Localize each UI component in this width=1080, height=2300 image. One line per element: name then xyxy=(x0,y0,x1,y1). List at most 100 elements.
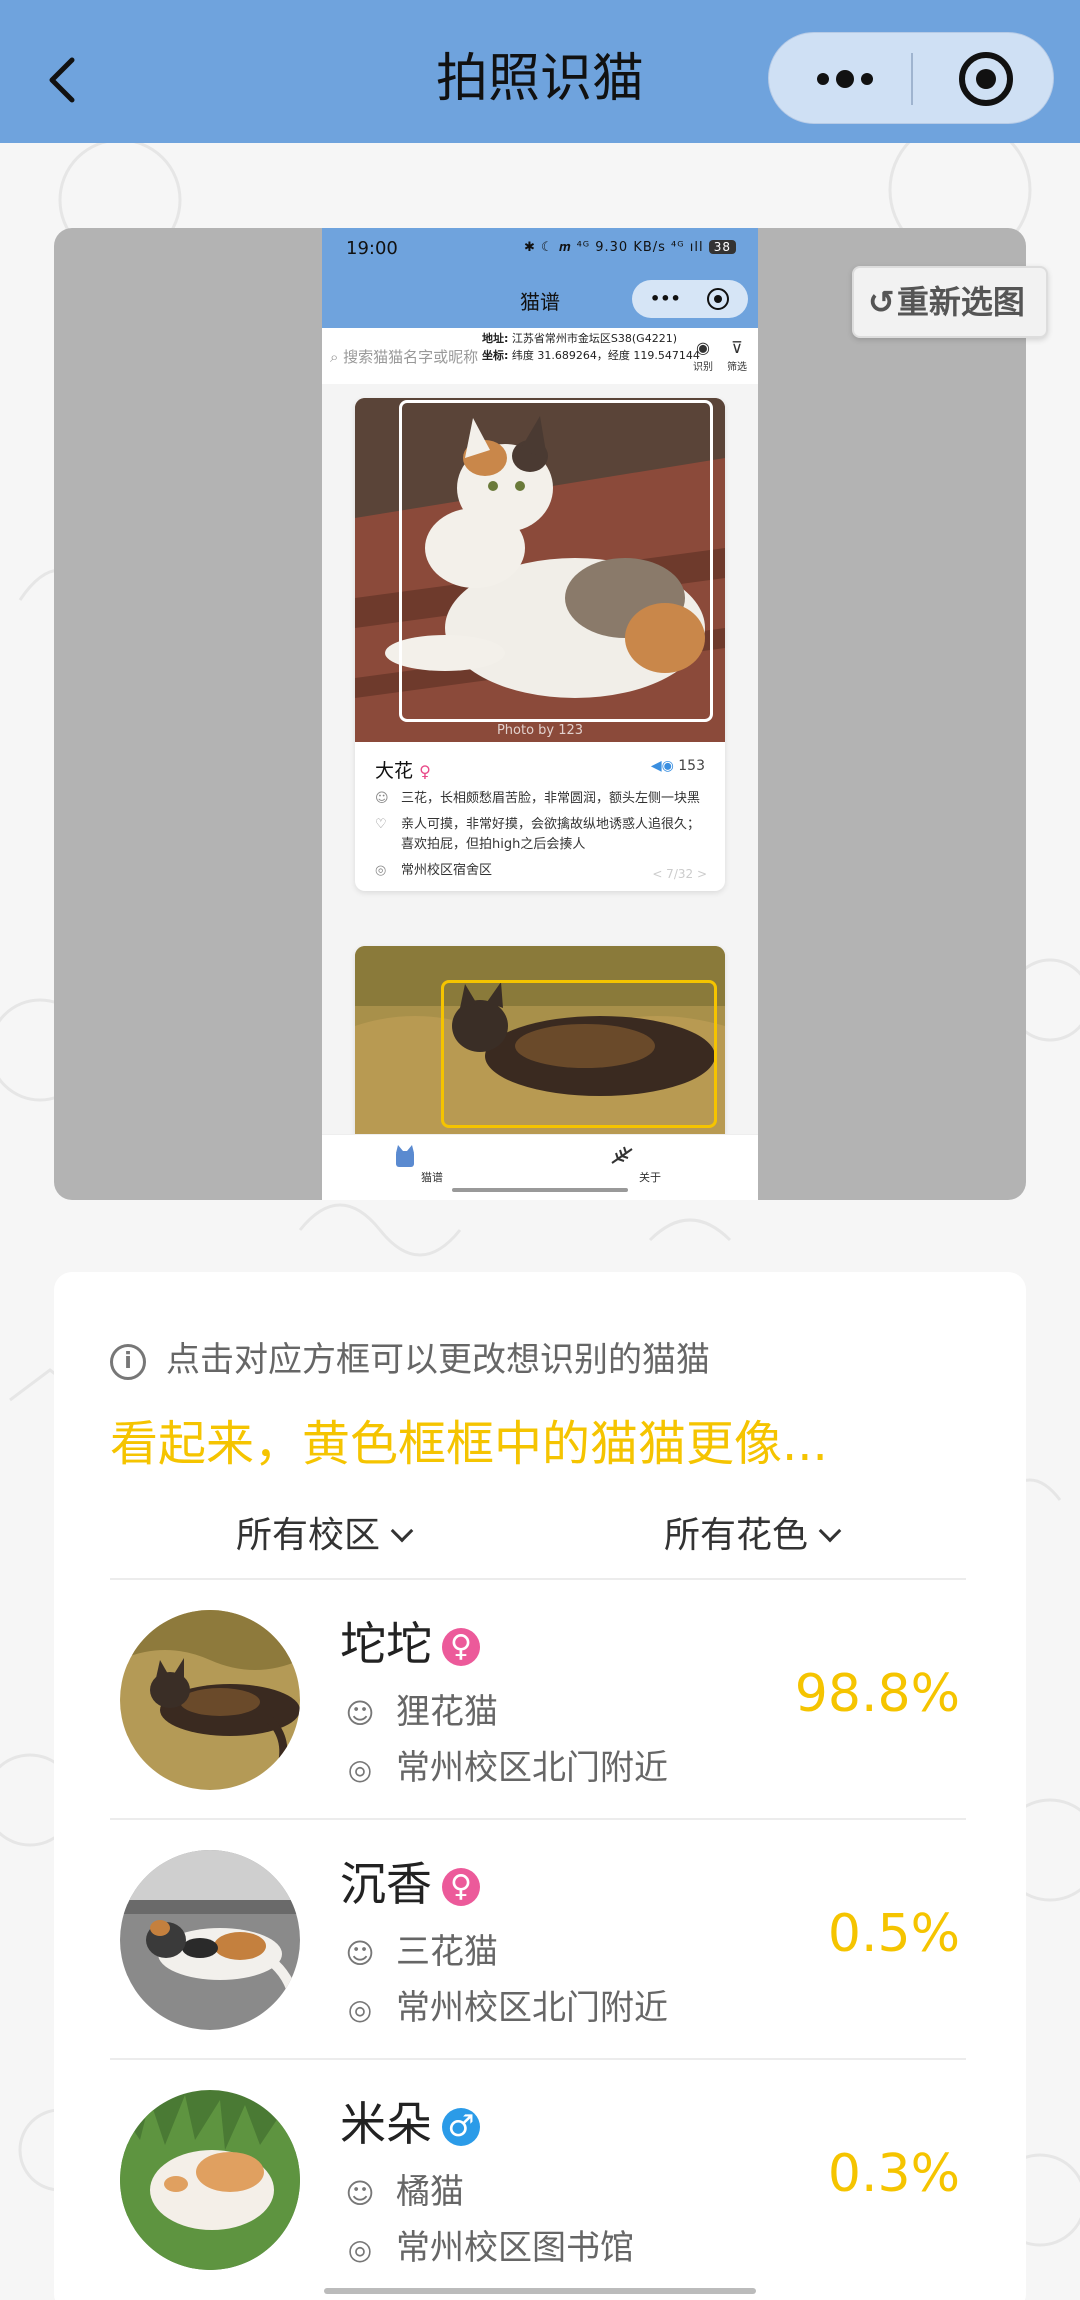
avatar xyxy=(120,1610,300,1790)
fishbone-icon xyxy=(611,1146,633,1164)
female-icon: ♀ xyxy=(419,762,431,781)
cat-face-icon: ☺ xyxy=(375,791,389,806)
campus-filter-dropdown[interactable]: 所有校区 xyxy=(236,1506,414,1558)
cat-photo-calico: Photo by 123 xyxy=(355,398,725,742)
avatar xyxy=(120,2090,300,2270)
phone-tool-filter: ⊽ 筛选 xyxy=(722,338,752,373)
location-text: 常州校区宿舍区 xyxy=(401,863,493,878)
phone-search-bar: ⌕ 搜索猫猫名字或昵称 地址: 江苏省常州市金坛区S38(G4221) 坐标: … xyxy=(322,328,758,384)
location-text: 常州校区图书馆 xyxy=(396,2228,634,2268)
match-score: 0.5% xyxy=(827,1904,960,1964)
tab-about-label: 关于 xyxy=(639,1171,661,1184)
breed-text: 狸花猫 xyxy=(396,1692,498,1732)
cat-card-likes: ◀◉ 153 xyxy=(651,758,705,774)
phone-target-icon xyxy=(707,288,729,310)
cat-photo-tabby xyxy=(355,946,725,1136)
hint-label: 点击对应方框可以更改想识别的猫猫 xyxy=(166,1340,710,1380)
coat-filter-dropdown[interactable]: 所有花色 xyxy=(664,1506,842,1558)
phone-status-bar: 19:00 ✱ ☾ 𝒎 ⁴ᴳ 9.30 KB/s ⁴ᴳ ıll 38 xyxy=(322,228,758,272)
phone-cat-card-2 xyxy=(355,946,725,1136)
tabby-avatar-image xyxy=(120,1610,300,1790)
cat-card-page-indicator: < 7/32 > xyxy=(652,867,707,881)
location-pin-icon: ◎ xyxy=(347,1993,373,2026)
cat-face-icon: ☺ xyxy=(345,1697,375,1730)
location-text: 常州校区北门附近 xyxy=(396,1988,668,2028)
cat-location: ◎ 常州校区图书馆 xyxy=(340,2220,634,2269)
cat-breed: ☺ 三花猫 xyxy=(340,1924,498,1973)
addr-value: 江苏省常州市金坛区S38(G4221) xyxy=(511,332,677,345)
cat-card-name: 大花 xyxy=(375,760,414,782)
cat-name: 米朵 xyxy=(340,2097,432,2151)
result-row[interactable]: 沉香 ♀ ☺ 三花猫 ◎ 常州校区北门附近 0.5% xyxy=(110,1820,966,2060)
status-icons-text: ✱ ☾ 𝒎 ⁴ᴳ 9.30 KB/s ⁴ᴳ ıll xyxy=(524,240,704,255)
chevron-down-icon xyxy=(390,1519,414,1543)
detection-box-white xyxy=(399,400,713,722)
phone-nav-bar: 猫谱 ••• xyxy=(322,272,758,328)
eye-icon: ◉ xyxy=(696,338,710,357)
cat-name-row: 米朵 ♂ xyxy=(340,2088,480,2154)
screenshot-phone: 19:00 ✱ ☾ 𝒎 ⁴ᴳ 9.30 KB/s ⁴ᴳ ıll 38 猫谱 ••… xyxy=(322,228,758,1200)
coat-filter-label: 所有花色 xyxy=(664,1515,809,1556)
battery-icon: 38 xyxy=(708,240,736,254)
filter-icon: ⊽ xyxy=(731,338,743,357)
phone-search-placeholder: ⌕ 搜索猫猫名字或昵称 xyxy=(330,348,479,366)
mini-program-capsule xyxy=(768,32,1054,124)
phone-status-icons: ✱ ☾ 𝒎 ⁴ᴳ 9.30 KB/s ⁴ᴳ ıll 38 xyxy=(524,240,736,255)
addr-label: 地址: xyxy=(482,332,509,345)
cat-breed: ☺ 狸花猫 xyxy=(340,1684,498,1733)
coord-value: 纬度 31.689264，经度 119.547144 xyxy=(511,349,700,362)
location-pin-icon: ◎ xyxy=(375,863,387,878)
coord-label: 坐标: xyxy=(482,349,509,362)
chevron-down-icon xyxy=(818,1519,842,1543)
orange-cat-avatar-image xyxy=(120,2090,300,2270)
cat-name-row: 坨坨 ♀ xyxy=(340,1608,480,1674)
cat-name: 沉香 xyxy=(340,1857,432,1911)
phone-home-indicator xyxy=(452,1188,628,1192)
heart-icon: ♡ xyxy=(375,817,387,832)
phone-cat-card: Photo by 123 大花 ♀ ◀◉ 153 ☺ 三花，长相颇愁眉苦脸，非常… xyxy=(355,398,725,891)
result-row[interactable]: 米朵 ♂ ☺ 橘猫 ◎ 常州校区图书馆 0.3% xyxy=(110,2060,966,2300)
female-icon: ♀ xyxy=(442,1868,480,1906)
phone-capsule: ••• xyxy=(632,280,748,318)
result-row[interactable]: 坨坨 ♀ ☺ 狸花猫 ◎ 常州校区北门附近 98.8% xyxy=(110,1580,966,1820)
cat-breed: ☺ 橘猫 xyxy=(340,2164,464,2213)
detection-box-yellow xyxy=(441,980,717,1128)
reselect-image-button[interactable]: ↺重新选图 xyxy=(852,266,1048,338)
cat-card-desc: ☺ 三花，长相颇愁眉苦脸，非常圆润，额头左侧一块黑 xyxy=(375,789,705,809)
location-pin-icon: ◎ xyxy=(347,2233,373,2266)
result-headline: 看起来，黄色框框中的猫猫更像... xyxy=(110,1416,828,1472)
tab-catalog-label: 猫谱 xyxy=(421,1171,443,1184)
male-icon: ♂ xyxy=(442,2108,480,2146)
home-indicator xyxy=(324,2288,756,2294)
cat-name: 坨坨 xyxy=(340,1617,432,1671)
phone-more-icon: ••• xyxy=(650,289,681,308)
selected-image-preview[interactable]: 19:00 ✱ ☾ 𝒎 ⁴ᴳ 9.30 KB/s ⁴ᴳ ıll 38 猫谱 ••… xyxy=(54,228,1026,1200)
avatar xyxy=(120,1850,300,2030)
cat-card-info: 大花 ♀ ◀◉ 153 ☺ 三花，长相颇愁眉苦脸，非常圆润，额头左侧一块黑 ♡ … xyxy=(355,742,725,891)
phone-tab-about: 关于 xyxy=(610,1143,690,1185)
phone-location-popup: 地址: 江苏省常州市金坛区S38(G4221) 坐标: 纬度 31.689264… xyxy=(482,330,704,364)
info-icon: i xyxy=(110,1343,146,1380)
cat-card-personality: ♡ 亲人可摸，非常好摸，会欲擒故纵地诱惑人追很久；喜欢拍屁，但拍high之后会揍… xyxy=(375,815,705,855)
tool-identify-label: 识别 xyxy=(693,362,713,373)
cat-icon xyxy=(396,1145,414,1167)
cat-name-row: 沉香 ♀ xyxy=(340,1848,480,1914)
cat-face-icon: ☺ xyxy=(345,1937,375,1970)
desc-text: 三花，长相颇愁眉苦脸，非常圆润，额头左侧一块黑 xyxy=(401,791,701,806)
location-text: 常州校区北门附近 xyxy=(396,1748,668,1788)
calico-avatar-image xyxy=(120,1850,300,2030)
match-score: 98.8% xyxy=(794,1664,960,1724)
female-icon: ♀ xyxy=(442,1628,480,1666)
more-dots-icon[interactable] xyxy=(805,59,885,99)
hint-text: i 点击对应方框可以更改想识别的猫猫 xyxy=(110,1332,710,1381)
personality-text: 亲人可摸，非常好摸，会欲擒故纵地诱惑人追很久；喜欢拍屁，但拍high之后会揍人 xyxy=(401,817,701,852)
results-panel: i 点击对应方框可以更改想识别的猫猫 看起来，黄色框框中的猫猫更像... 所有校区… xyxy=(54,1272,1026,2300)
breed-text: 橘猫 xyxy=(396,2172,464,2212)
reselect-label: 重新选图 xyxy=(896,283,1025,321)
phone-time: 19:00 xyxy=(346,238,398,259)
breed-text: 三花猫 xyxy=(396,1932,498,1972)
target-circle-icon[interactable] xyxy=(957,50,1015,108)
undo-arrow-icon: ↺ xyxy=(868,283,895,321)
phone-search-placeholder-text: 搜索猫猫名字或昵称 xyxy=(343,348,479,366)
phone-tab-catalog: 猫谱 xyxy=(392,1143,472,1185)
